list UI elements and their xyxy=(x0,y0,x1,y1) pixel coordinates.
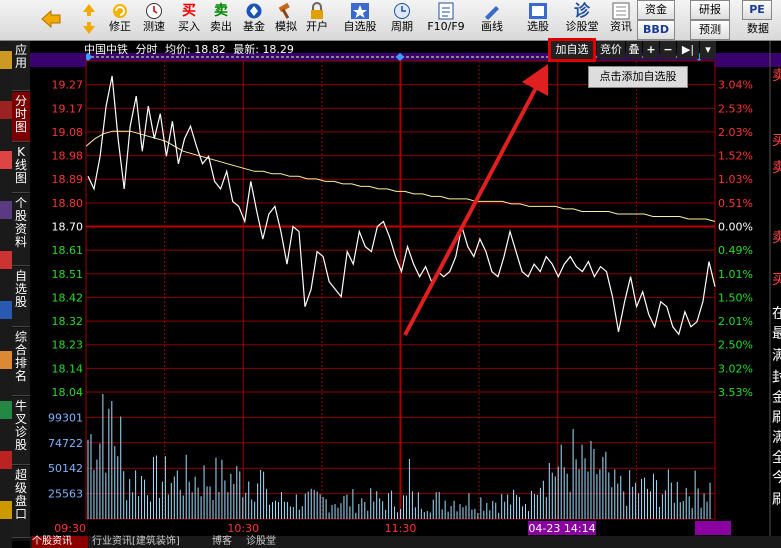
time-tick-label: 10:30 xyxy=(227,522,259,535)
cursor-time-label: 04-23 14:14 xyxy=(528,522,595,535)
price-tick-label: 18.42 xyxy=(52,291,84,304)
time-tick-label: 09:30 xyxy=(54,522,86,535)
price-tick-label: 18.98 xyxy=(52,150,84,163)
price-tick-label: 19.08 xyxy=(52,126,84,139)
price-tick-label: 18.80 xyxy=(52,197,84,210)
volume-tick-label: 25563 xyxy=(48,488,83,501)
tab-industry-news[interactable]: 行业资讯[建筑装饰] xyxy=(92,536,208,548)
price-tick-label: 19.17 xyxy=(52,102,84,115)
price-tick-label: 18.04 xyxy=(52,386,84,399)
price-tick-label: 18.32 xyxy=(52,315,84,328)
price-tick-label: 18.89 xyxy=(52,173,84,186)
tab-stock-news[interactable]: 个股资讯 xyxy=(32,536,88,548)
price-top-band xyxy=(30,53,86,67)
avg-label: 均价: xyxy=(165,43,191,56)
price-tick-label: 18.14 xyxy=(52,362,84,375)
volume-tick-label: 74722 xyxy=(48,437,83,450)
time-tick-label: 11:30 xyxy=(385,522,417,535)
chart-menu-button[interactable]: ▾ xyxy=(700,41,716,59)
auction-button[interactable]: 竞价 xyxy=(597,41,625,59)
zoom-out-button[interactable]: − xyxy=(660,41,676,59)
price-tick-label: 19.27 xyxy=(52,79,84,92)
avg-value: 18.82 xyxy=(194,43,226,56)
view-name: 分时 xyxy=(135,43,158,56)
price-tick-label: 18.61 xyxy=(52,244,84,257)
volume-tick-label: 99301 xyxy=(48,411,83,424)
price-tick-label: 18.70 xyxy=(52,221,84,234)
stock-name: 中国中铁 xyxy=(84,43,128,56)
last-value: 18.29 xyxy=(262,43,294,56)
last-label: 最新: xyxy=(233,43,259,56)
right-quote-panel xyxy=(716,41,781,536)
chart-header: 中国中铁 分时 均价: 18.82 最新: 18.29 xyxy=(84,42,294,58)
tab-blog[interactable]: 博客 xyxy=(212,536,242,548)
jump-end-button[interactable]: ▶| xyxy=(677,41,699,59)
tab-diagnose[interactable]: 诊股堂 xyxy=(246,536,286,548)
volume-tick-label: 50142 xyxy=(48,462,83,475)
add-watchlist-button[interactable]: 加自选 xyxy=(548,38,596,62)
zoom-in-button[interactable]: + xyxy=(643,41,659,59)
overlay-button[interactable]: 叠 xyxy=(626,41,642,59)
price-tick-label: 18.51 xyxy=(52,268,84,281)
add-watchlist-tooltip: 点击添加自选股 xyxy=(588,66,688,88)
price-tick-label: 18.23 xyxy=(52,339,84,352)
